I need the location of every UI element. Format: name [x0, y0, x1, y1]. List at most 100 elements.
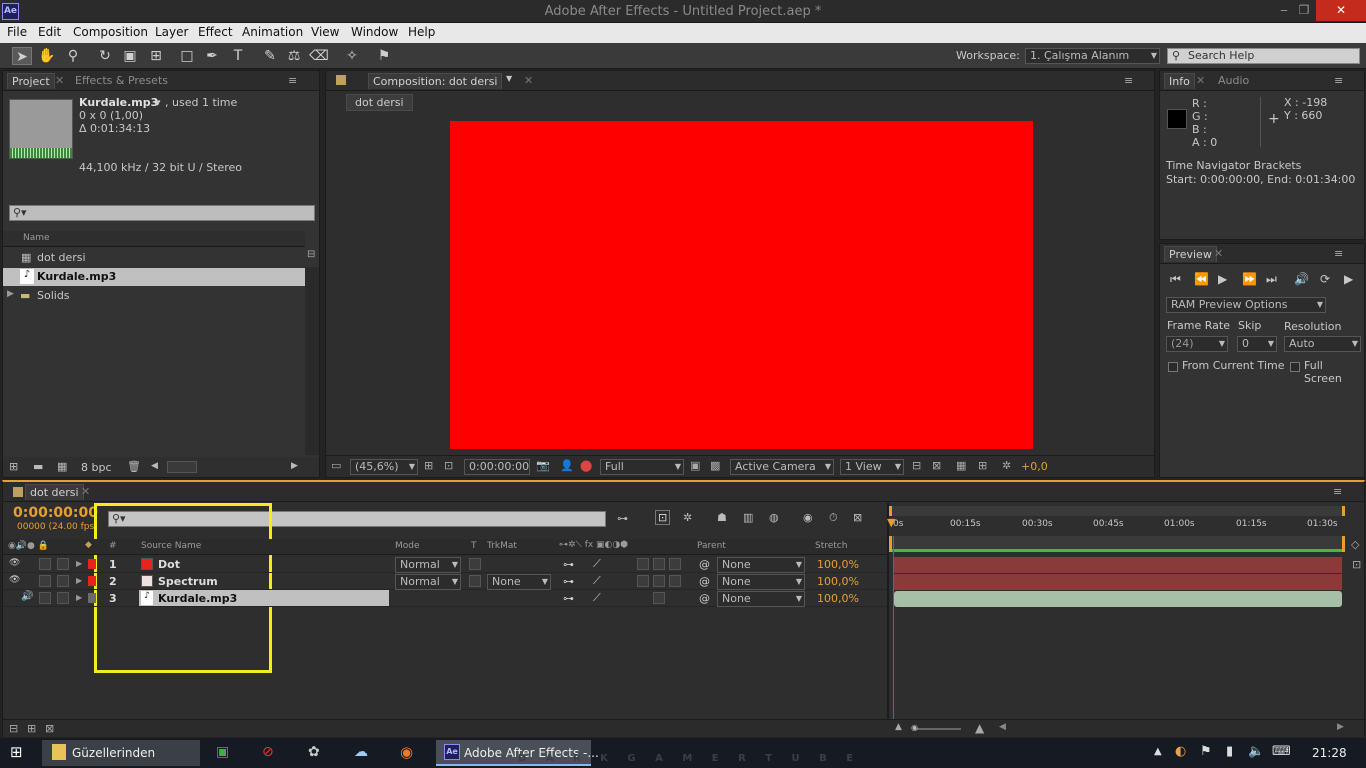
clock[interactable]: 21:28: [1312, 746, 1347, 760]
pick-whip-icon[interactable]: @: [699, 575, 710, 588]
close-icon[interactable]: ✕: [81, 485, 90, 498]
frame-blend-switch[interactable]: [653, 592, 665, 604]
parent-dropdown[interactable]: None ▼: [717, 574, 805, 590]
frame-blend-switch[interactable]: [653, 575, 665, 587]
close-icon[interactable]: ✕: [1214, 247, 1223, 260]
zoom-slider[interactable]: [915, 728, 961, 730]
first-frame-icon[interactable]: ⏮: [1170, 272, 1181, 287]
play-icon[interactable]: ▶: [1218, 272, 1227, 286]
av-features-icon[interactable]: ◉🔊● 🔒: [8, 541, 49, 551]
layer-bar-dot[interactable]: [894, 557, 1342, 573]
live-update-icon[interactable]: ⊡: [655, 510, 671, 525]
quality-switch-icon[interactable]: ⟋: [593, 591, 601, 605]
layer-row[interactable]: 👁 ▶ 2 Spectrum Normal ▼ None ▼ ⊶ ⟋ @ None ▼…: [3, 573, 887, 590]
current-time-field[interactable]: 0:00:00:00: [464, 459, 530, 475]
app-icon[interactable]: ✿: [308, 744, 320, 760]
show-hidden-icons-icon[interactable]: ▲: [1154, 746, 1162, 757]
expand-in-out-icon[interactable]: ⊠: [45, 722, 54, 735]
ram-preview-options-dropdown[interactable]: RAM Preview Options ▼: [1166, 297, 1326, 313]
show-snapshot-icon[interactable]: 👤: [560, 459, 574, 472]
tab-project[interactable]: Project: [7, 73, 55, 89]
weather-icon[interactable]: ◐: [1175, 744, 1186, 759]
scroll-right-icon[interactable]: ▶: [291, 461, 298, 471]
type-tool-icon[interactable]: T: [228, 47, 248, 65]
channel-icon[interactable]: ⬤: [580, 459, 592, 472]
fast-previews-icon[interactable]: ⊠: [932, 459, 941, 472]
panel-menu-icon[interactable]: ≡: [1124, 74, 1133, 87]
rotation-tool-icon[interactable]: ↻: [95, 47, 115, 65]
panel-menu-icon[interactable]: ≡: [1334, 74, 1343, 87]
lock-switch[interactable]: [57, 558, 69, 570]
tab-preview[interactable]: Preview: [1164, 246, 1217, 262]
solo-switch[interactable]: [39, 558, 51, 570]
tab-timeline[interactable]: dot dersi: [25, 484, 84, 500]
frame-rate-dropdown[interactable]: (24) ▼: [1166, 336, 1228, 352]
close-icon[interactable]: ✕: [1196, 74, 1205, 87]
opera-icon[interactable]: ⊘: [262, 744, 274, 760]
zoom-in-icon[interactable]: ▲: [975, 721, 984, 735]
battery-icon[interactable]: ▮: [1226, 744, 1233, 759]
current-time-indicator-icon[interactable]: ▼: [887, 516, 895, 529]
motion-blur-switch[interactable]: [669, 575, 681, 587]
resolution-dropdown[interactable]: Full ▼: [600, 459, 684, 475]
lock-switch[interactable]: [57, 592, 69, 604]
auto-keyframe-icon[interactable]: ⏱: [829, 511, 838, 525]
timeline-timecode[interactable]: 0:00:00:00: [13, 505, 98, 521]
loop-icon[interactable]: ⟳: [1320, 272, 1330, 286]
expand-transfer-controls-icon[interactable]: ⊞: [27, 722, 36, 735]
network-app-icon[interactable]: ☁: [354, 744, 368, 760]
roto-brush-tool-icon[interactable]: ✧: [342, 47, 362, 65]
eye-icon[interactable]: 👁: [9, 558, 20, 568]
dropdown-arrow-icon[interactable]: ▾: [155, 96, 161, 109]
horizontal-scroll-thumb[interactable]: [167, 461, 197, 473]
magnification-dropdown[interactable]: (45,6%) ▼: [350, 459, 418, 475]
from-current-time-checkbox[interactable]: [1168, 362, 1178, 372]
pick-whip-icon[interactable]: @: [699, 592, 710, 605]
parent-dropdown[interactable]: None ▼: [717, 591, 805, 607]
lock-switch[interactable]: [57, 575, 69, 587]
layer-name[interactable]: Kurdale.mp3: [158, 592, 237, 605]
layer-name[interactable]: Spectrum: [158, 575, 218, 588]
new-folder-icon[interactable]: ▬: [33, 460, 43, 473]
column-source-name[interactable]: Source Name: [141, 541, 201, 551]
next-frame-icon[interactable]: ⏩: [1242, 272, 1257, 286]
menu-view[interactable]: View: [311, 25, 339, 39]
preserve-transparency-switch[interactable]: [469, 558, 481, 570]
close-button[interactable]: ✕: [1316, 0, 1366, 21]
lock-icon[interactable]: [13, 487, 23, 497]
project-search-input[interactable]: ⚲▾: [9, 205, 315, 221]
firefox-icon[interactable]: ◉: [400, 743, 413, 761]
lock-icon[interactable]: [336, 75, 346, 85]
speaker-icon[interactable]: 🔊: [21, 591, 33, 602]
stretch-value[interactable]: 100,0%: [817, 558, 859, 571]
parent-dropdown[interactable]: None ▼: [717, 557, 805, 573]
tab-audio[interactable]: Audio: [1218, 74, 1249, 87]
selection-tool-icon[interactable]: ➤: [12, 47, 32, 65]
label-icon[interactable]: ◆: [85, 540, 92, 550]
notification-icon[interactable]: ⌨: [1272, 744, 1291, 759]
region-of-interest-icon[interactable]: ▣: [690, 459, 700, 472]
layer-name[interactable]: Dot: [158, 558, 180, 571]
shy-switch-icon[interactable]: ⊶: [563, 592, 574, 605]
last-frame-icon[interactable]: ⏭: [1266, 272, 1277, 287]
triangle-right-icon[interactable]: ▶: [76, 576, 82, 585]
zoom-slider-thumb[interactable]: ◉: [911, 723, 918, 732]
interpret-footage-icon[interactable]: ⊞: [9, 460, 18, 473]
comp-mini-flowchart-icon[interactable]: ⊶: [617, 512, 628, 525]
layer-row[interactable]: 👁 ▶ 1 Dot Normal ▼ ⊶ ⟋ @ None ▼ 100,0%: [3, 556, 887, 573]
motion-blur-switch[interactable]: [669, 558, 681, 570]
tab-info[interactable]: Info: [1164, 73, 1195, 89]
camera-tool-icon[interactable]: ▣: [120, 47, 140, 65]
quality-switch-icon[interactable]: ⟋: [593, 557, 601, 571]
label-color-swatch[interactable]: [88, 593, 96, 603]
project-scrollbar[interactable]: [305, 267, 319, 455]
new-composition-icon[interactable]: ▦: [57, 460, 67, 473]
frame-blending-icon[interactable]: ▥: [743, 511, 753, 524]
hide-shy-layers-icon[interactable]: ☗: [717, 511, 727, 524]
menu-edit[interactable]: Edit: [38, 25, 61, 39]
previous-frame-icon[interactable]: ⏪: [1194, 272, 1209, 286]
project-item-row[interactable]: ▶ ▬ Solids: [3, 287, 305, 305]
draft-3d-icon[interactable]: ✲: [683, 511, 692, 524]
stretch-value[interactable]: 100,0%: [817, 592, 859, 605]
preserve-transparency-switch[interactable]: [469, 575, 481, 587]
